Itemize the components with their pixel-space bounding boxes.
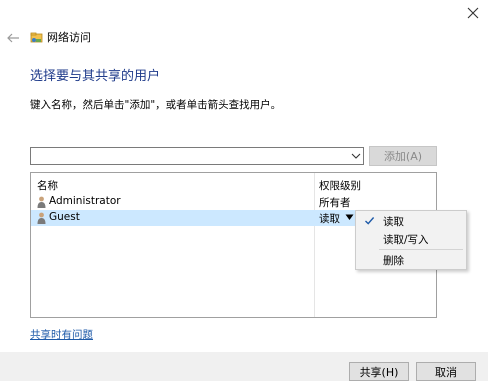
menu-separator: [379, 249, 463, 250]
menu-item-label: 删除: [383, 255, 404, 267]
network-share-icon: [30, 32, 43, 43]
permission-level: 所有者: [319, 197, 351, 209]
sharing-help-link[interactable]: 共享时有问题: [30, 327, 93, 342]
user-name-input[interactable]: [31, 148, 349, 164]
close-icon: [467, 7, 479, 19]
user-icon: [37, 212, 46, 224]
chevron-down-icon[interactable]: [351, 151, 361, 161]
permission-menu: 读取 读取/写入 删除: [355, 210, 467, 270]
user-name: Guest: [49, 211, 80, 223]
check-icon: [365, 217, 375, 225]
menu-item-label: 读取: [383, 216, 404, 228]
permission-level-dropdown[interactable]: 读取: [319, 211, 340, 226]
user-icon: [37, 196, 46, 208]
dropdown-triangle-icon[interactable]: [345, 214, 354, 221]
cancel-button[interactable]: 取消: [416, 362, 476, 381]
list-row-administrator[interactable]: Administrator 所有者: [31, 194, 436, 210]
menu-item-label: 读取/写入: [383, 234, 429, 246]
column-header-permission[interactable]: 权限级别: [319, 178, 361, 193]
back-arrow-icon: [7, 33, 19, 43]
close-button[interactable]: [458, 0, 488, 26]
user-name-combobox[interactable]: [30, 147, 364, 165]
menu-item-read[interactable]: 读取: [356, 212, 466, 230]
column-header-name[interactable]: 名称: [37, 178, 58, 193]
back-button[interactable]: [4, 30, 22, 46]
user-name: Administrator: [49, 195, 121, 207]
instructions-text: 键入名称，然后单击"添加"，或者单击箭头查找用户。: [30, 99, 282, 111]
page-heading: 选择要与其共享的用户: [30, 69, 161, 84]
add-button[interactable]: 添加(A): [369, 146, 437, 166]
menu-item-read-write[interactable]: 读取/写入: [356, 230, 466, 248]
share-button[interactable]: 共享(H): [349, 362, 409, 381]
window-title: 网络访问: [47, 31, 91, 44]
menu-item-remove[interactable]: 删除: [356, 251, 466, 269]
dialog-footer: [0, 352, 488, 381]
